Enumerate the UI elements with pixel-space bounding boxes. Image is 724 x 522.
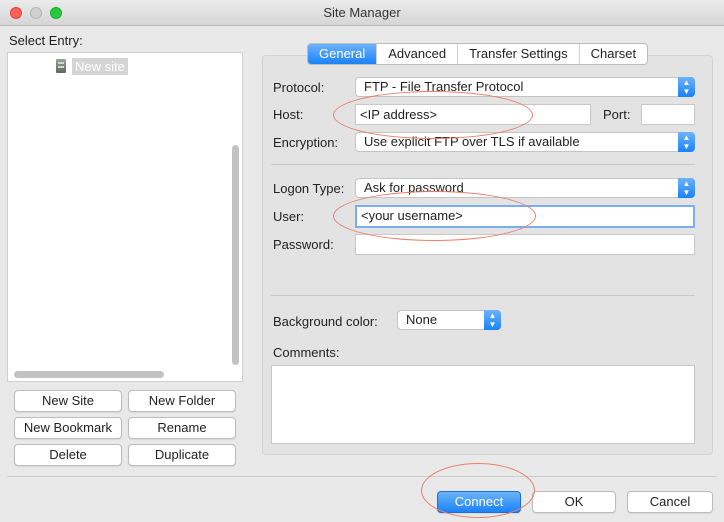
zoom-window-button[interactable] <box>50 7 62 19</box>
encryption-label: Encryption: <box>273 135 339 150</box>
rename-button[interactable]: Rename <box>128 417 236 439</box>
duplicate-button[interactable]: Duplicate <box>128 444 236 466</box>
protocol-select[interactable]: FTP - File Transfer Protocol ▲ ▼ <box>355 77 695 97</box>
cancel-button[interactable]: Cancel <box>627 491 713 513</box>
delete-button[interactable]: Delete <box>14 444 122 466</box>
section-divider <box>271 164 695 165</box>
background-color-select[interactable]: None ▲ ▼ <box>397 310 501 330</box>
host-input[interactable]: <IP address> <box>355 104 591 125</box>
tree-item-label: New site <box>72 57 128 75</box>
port-input[interactable] <box>641 104 695 125</box>
window-title: Site Manager <box>323 5 401 20</box>
tree-horizontal-scrollbar[interactable] <box>14 371 164 378</box>
ok-button[interactable]: OK <box>532 491 616 513</box>
password-label: Password: <box>273 237 334 252</box>
password-input[interactable] <box>355 234 695 255</box>
protocol-label: Protocol: <box>273 80 325 95</box>
comments-textarea[interactable] <box>271 365 695 444</box>
background-color-value: None <box>406 312 438 327</box>
section-divider <box>271 295 695 296</box>
site-tree[interactable]: New site <box>7 52 243 382</box>
connect-button[interactable]: Connect <box>437 491 521 513</box>
background-color-label: Background color: <box>273 314 378 329</box>
user-input[interactable]: <your username> <box>355 205 695 228</box>
encryption-value: Use explicit FTP over TLS if available <box>364 134 580 149</box>
tree-item-new-site[interactable]: New site <box>56 57 128 75</box>
close-window-button[interactable] <box>10 7 22 19</box>
user-label: User: <box>273 209 305 224</box>
tab-charset[interactable]: Charset <box>578 44 648 64</box>
footer-divider <box>7 476 717 477</box>
tab-general[interactable]: General <box>308 44 377 64</box>
select-entry-label: Select Entry: <box>9 33 83 48</box>
title-bar: Site Manager <box>0 0 724 26</box>
chevron-updown-icon: ▲ ▼ <box>678 132 695 152</box>
protocol-value: FTP - File Transfer Protocol <box>364 79 524 94</box>
tree-vertical-scrollbar[interactable] <box>232 145 239 365</box>
logon-type-select[interactable]: Ask for password ▲ ▼ <box>355 178 695 198</box>
logon-type-value: Ask for password <box>364 180 464 195</box>
port-label: Port: <box>603 107 631 122</box>
server-icon <box>56 59 66 73</box>
tab-transfer-settings[interactable]: Transfer Settings <box>457 44 579 64</box>
encryption-select[interactable]: Use explicit FTP over TLS if available ▲… <box>355 132 695 152</box>
tab-advanced[interactable]: Advanced <box>376 44 457 64</box>
chevron-updown-icon: ▲ ▼ <box>678 178 695 198</box>
host-label: Host: <box>273 107 304 122</box>
minimize-window-button[interactable] <box>30 7 42 19</box>
new-bookmark-button[interactable]: New Bookmark <box>14 417 122 439</box>
chevron-updown-icon: ▲ ▼ <box>484 310 501 330</box>
new-site-button[interactable]: New Site <box>14 390 122 412</box>
comments-label: Comments: <box>273 345 340 360</box>
settings-tabs: General Advanced Transfer Settings Chars… <box>307 43 649 65</box>
chevron-updown-icon: ▲ ▼ <box>678 77 695 97</box>
logon-type-label: Logon Type: <box>273 181 345 196</box>
new-folder-button[interactable]: New Folder <box>128 390 236 412</box>
